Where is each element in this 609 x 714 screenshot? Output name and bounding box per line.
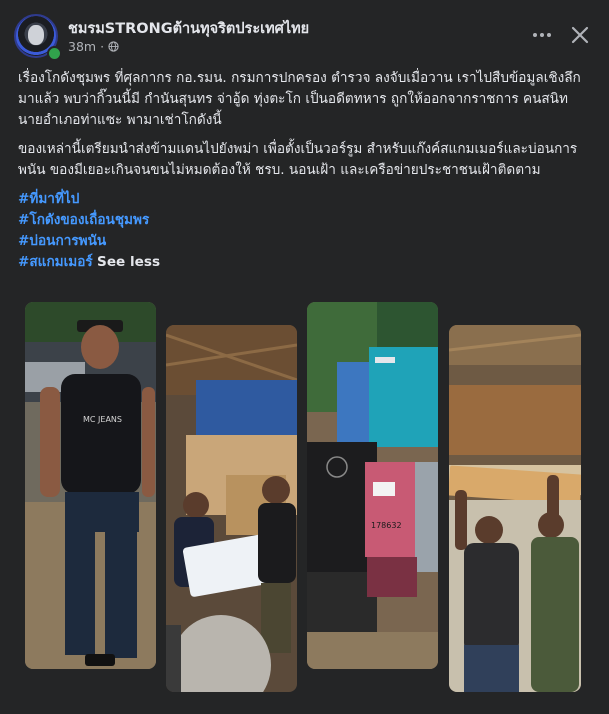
machine-number: 178632 xyxy=(371,521,402,530)
post-time[interactable]: 38m xyxy=(68,39,96,54)
photo-officers-boxes[interactable] xyxy=(166,325,297,692)
page-name[interactable]: ชมรมSTRONGต้านทุจริตประเทศไทย xyxy=(68,17,309,40)
online-status-dot xyxy=(47,46,62,61)
photo-generators[interactable]: 178632 xyxy=(307,302,438,669)
hashtag-link[interactable]: #บ่อนการพนัน xyxy=(18,231,592,252)
hashtag-link[interactable]: #โกดังของเถื่อนชุมพร xyxy=(18,210,592,231)
post-meta: 38m · xyxy=(68,39,119,54)
avatar-face xyxy=(28,25,44,45)
post-header: ชมรมSTRONGต้านทุจริตประเทศไทย 38m · xyxy=(14,12,595,61)
globe-icon[interactable] xyxy=(108,41,119,52)
close-icon[interactable] xyxy=(565,20,595,50)
shirt-text: MC JEANS xyxy=(83,415,122,424)
photo-man-black-shirt[interactable]: MC JEANS xyxy=(25,302,156,669)
more-options-icon[interactable] xyxy=(527,20,557,50)
hashtag-link[interactable]: #ที่มาที่ไป xyxy=(18,189,592,210)
post-paragraph-1: เรื่องโกดังชุมพร ที่ศุลกากร กอ.รมน. กรมก… xyxy=(18,70,581,128)
post-paragraph-2: ของเหล่านี้เตรียมนำส่งข้ามแดนไปยังพม่า เ… xyxy=(18,141,578,178)
photo-soldier-carrying-box[interactable] xyxy=(449,325,581,692)
meta-separator: · xyxy=(100,39,105,54)
hashtag-link[interactable]: #สแกมเมอร์ xyxy=(18,254,93,270)
see-less-button[interactable]: See less xyxy=(97,254,160,270)
post-text: เรื่องโกดังชุมพร ที่ศุลกากร กอ.รมน. กรมก… xyxy=(18,68,592,273)
